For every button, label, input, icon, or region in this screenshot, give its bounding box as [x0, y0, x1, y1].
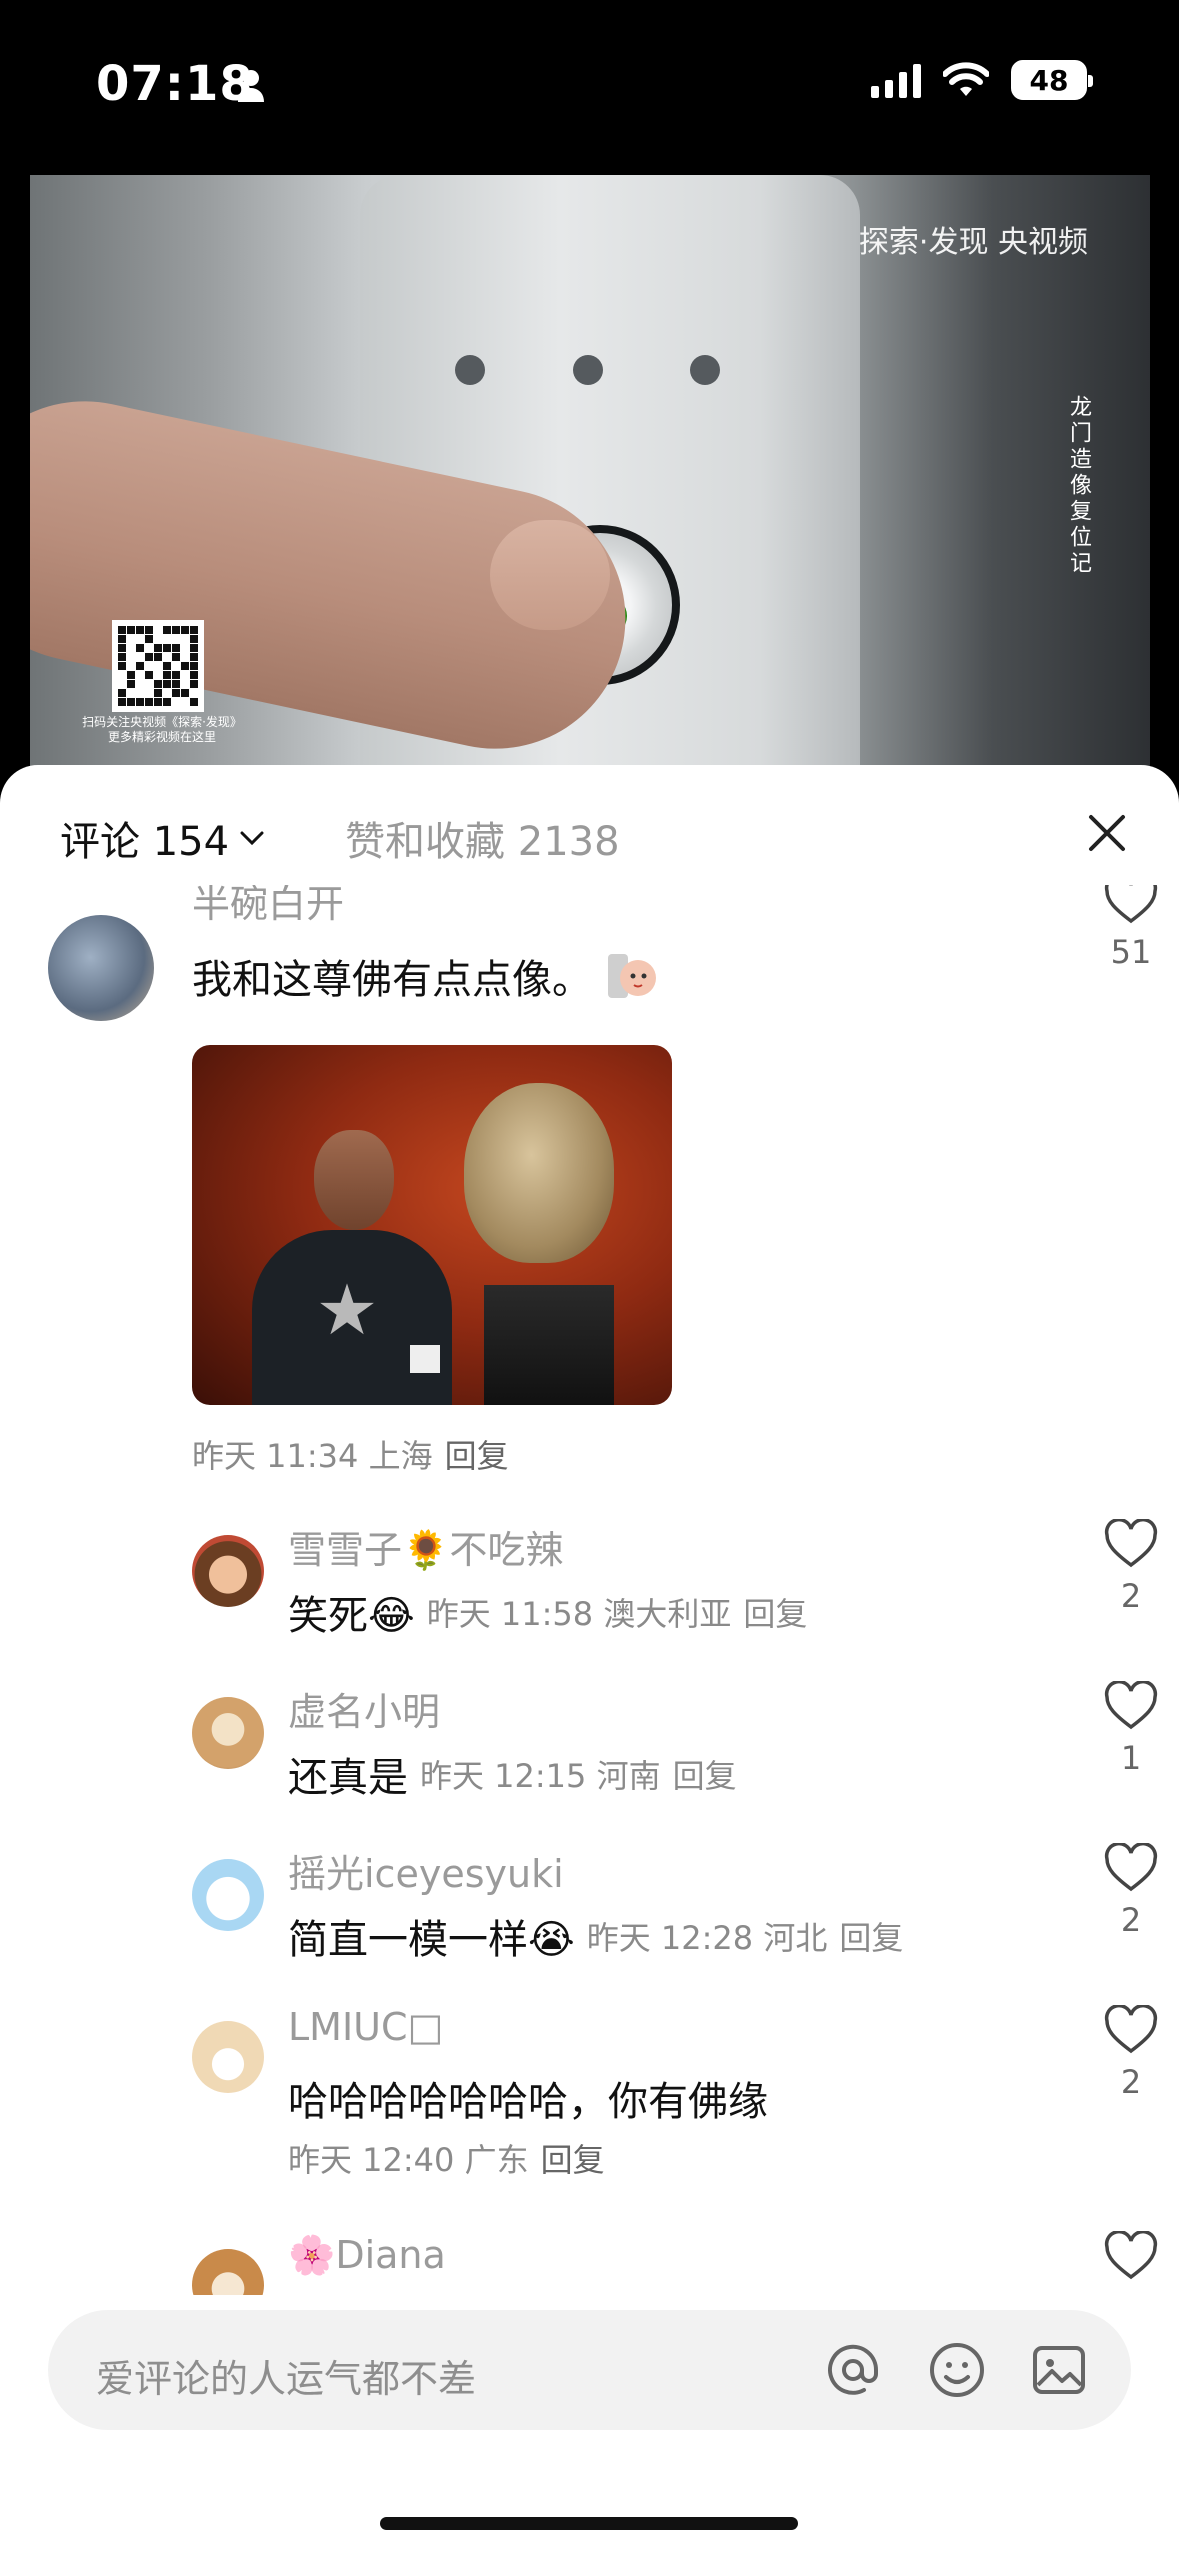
reply-text: 简直一模一样😭 昨天 12:28 河北 回复	[288, 1907, 903, 1965]
qr-code	[112, 620, 204, 712]
video-frame-dot	[690, 355, 720, 385]
close-icon[interactable]	[1083, 809, 1131, 857]
comment-image[interactable]: ★	[192, 1045, 672, 1405]
video-watermark: 探索·发现 央视频	[858, 225, 1088, 260]
home-indicator[interactable]	[380, 2517, 798, 2530]
like-count: 2	[1120, 1901, 1142, 1939]
like-count: 51	[1110, 933, 1152, 971]
avatar[interactable]	[192, 1535, 264, 1607]
wifi-icon	[943, 62, 989, 96]
reply-text: 笑死😂 昨天 11:58 澳大利亚 回复	[288, 1583, 807, 1641]
avatar[interactable]	[48, 915, 154, 1021]
reply-button[interactable]: 回复	[839, 1913, 903, 1959]
like-count: 2	[1120, 2063, 1142, 2101]
emoji-icon[interactable]	[924, 2337, 990, 2403]
reply-author[interactable]: 雪雪子🌻不吃辣	[288, 1519, 563, 1574]
reply-meta: 昨天 12:40 广东 回复	[288, 2135, 605, 2181]
avatar[interactable]	[192, 2249, 264, 2295]
reply-author[interactable]: 🌸Diana	[288, 2233, 446, 2278]
avatar[interactable]	[192, 1859, 264, 1931]
comment-list[interactable]: 半碗白开 我和这尊佛有点点像。 51 ★ 昨天 11:34 上海 回复 雪雪子🌻…	[0, 885, 1179, 2295]
comment-text: 我和这尊佛有点点像。	[192, 947, 660, 1005]
person-icon	[238, 70, 264, 102]
reply-text: 还真是 昨天 12:15 河南 回复	[288, 1745, 737, 1803]
comment-tabs: 评论 154 赞和收藏 2138	[60, 809, 620, 867]
chevron-down-icon	[240, 831, 264, 846]
heart-icon	[1104, 1681, 1158, 1730]
video-frame-dot	[573, 355, 603, 385]
like-button[interactable]: 2	[1103, 1843, 1159, 1939]
video-player[interactable]: 探索·发现 央视频 龙门造像复位记 扫码关注央视频《探索·发现》 更多精彩视频在…	[30, 175, 1150, 775]
reply-button[interactable]: 回复	[541, 2135, 605, 2181]
comment-input-bar[interactable]: 爱评论的人运气都不差	[48, 2310, 1131, 2430]
heart-icon	[1104, 2231, 1158, 2280]
comments-sheet: 评论 154 赞和收藏 2138 半碗白开 我和这尊佛有点点像。 51 ★ 昨天…	[0, 765, 1179, 2556]
heart-icon	[1104, 1519, 1158, 1568]
reply-author[interactable]: 虚名小明	[288, 1681, 440, 1736]
avatar[interactable]	[192, 2021, 264, 2093]
reply-button[interactable]: 回复	[673, 1751, 737, 1797]
reply-button[interactable]: 回复	[445, 1431, 509, 1477]
heart-icon	[1104, 1843, 1158, 1892]
tab-likes-favorites[interactable]: 赞和收藏 2138	[345, 809, 620, 867]
like-button[interactable]: 2	[1103, 1519, 1159, 1615]
like-button[interactable]: 2	[1103, 2005, 1159, 2101]
battery-icon: 48	[1011, 60, 1093, 100]
reply-text: 哈哈哈哈哈哈哈，你有佛缘	[288, 2079, 768, 2125]
reply-author[interactable]: LMIUC□	[288, 2005, 443, 2049]
tab-comments[interactable]: 评论 154	[60, 809, 265, 867]
reply-button[interactable]: 回复	[743, 1589, 807, 1635]
sticker-icon	[608, 954, 656, 998]
video-frame-dot	[455, 355, 485, 385]
avatar[interactable]	[192, 1697, 264, 1769]
signal-icon	[871, 62, 921, 98]
at-icon[interactable]	[820, 2337, 886, 2403]
status-bar: 07:18 48	[0, 0, 1179, 175]
heart-icon	[1104, 885, 1158, 924]
like-button[interactable]: 1	[1103, 1681, 1159, 1777]
comment-meta: 昨天 11:34 上海 回复	[192, 1431, 509, 1477]
comment-author[interactable]: 半碗白开	[192, 885, 344, 928]
image-icon[interactable]	[1026, 2337, 1092, 2403]
reply-author[interactable]: 摇光iceyesyuki	[288, 1843, 564, 1898]
like-button[interactable]: 51	[1103, 885, 1159, 971]
video-title-vertical: 龙门造像复位记	[1066, 395, 1091, 577]
qr-caption: 扫码关注央视频《探索·发现》 更多精彩视频在这里	[82, 715, 242, 744]
battery-level: 48	[1029, 63, 1069, 97]
tab-comments-label: 评论 154	[60, 819, 230, 865]
like-button[interactable]	[1103, 2231, 1159, 2281]
heart-icon	[1104, 2005, 1158, 2054]
like-count: 1	[1120, 1739, 1142, 1777]
like-count: 2	[1120, 1577, 1142, 1615]
comment-input[interactable]: 爱评论的人运气都不差	[96, 2348, 476, 2403]
status-time: 07:18	[96, 56, 254, 112]
